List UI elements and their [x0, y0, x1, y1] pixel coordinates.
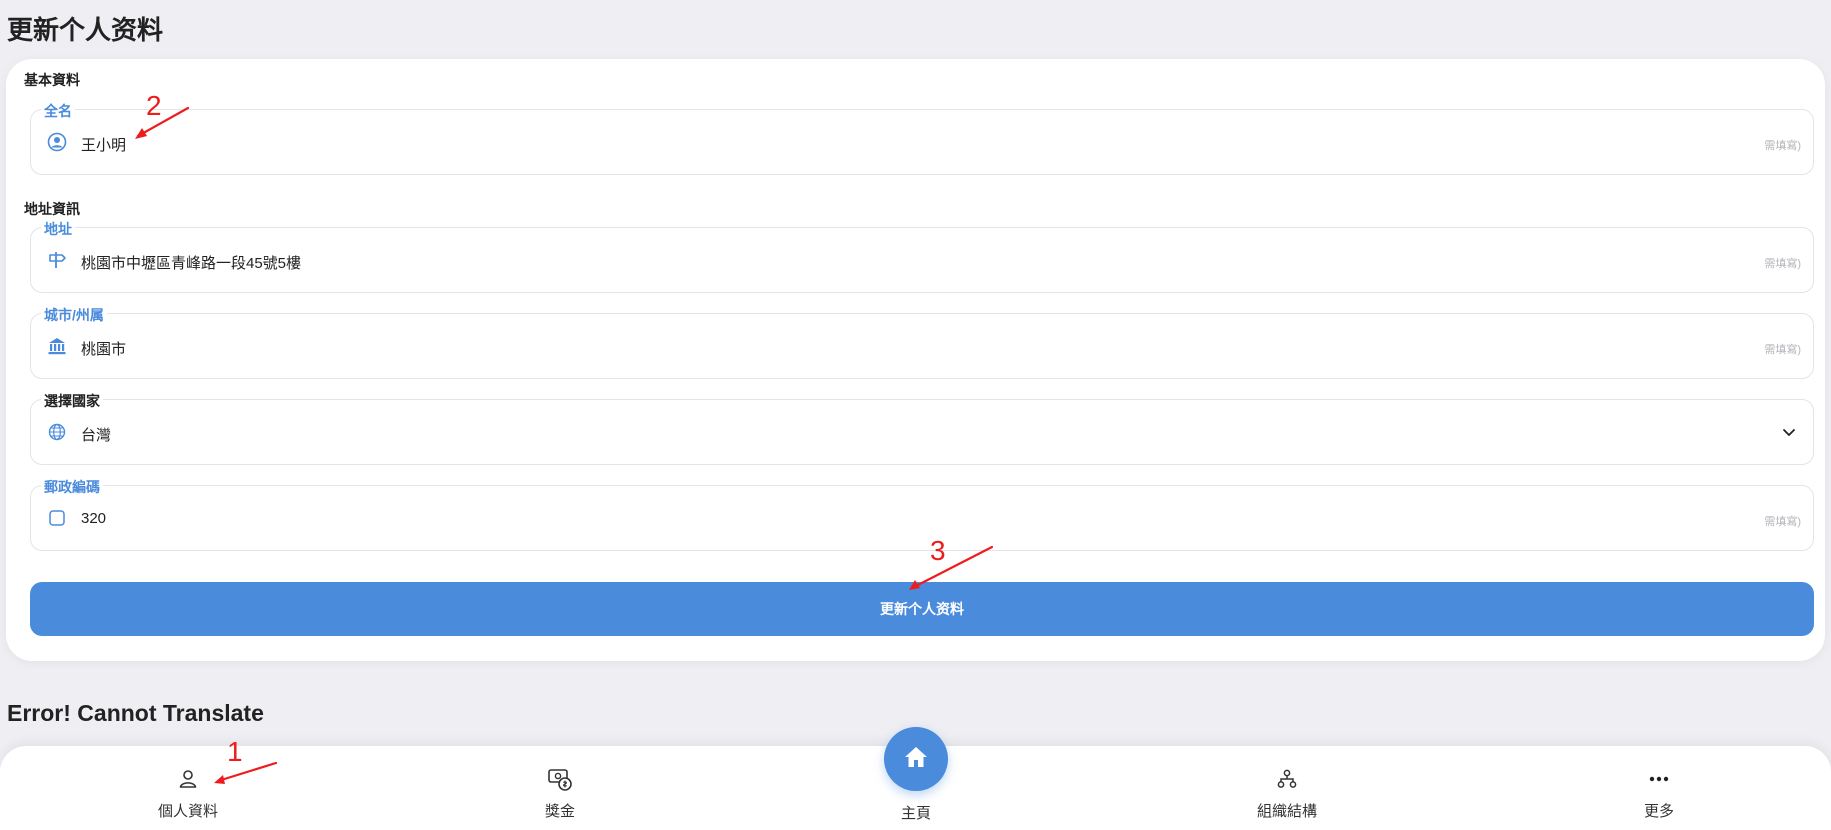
globe-icon — [45, 420, 69, 444]
basic-info-section-title: 基本資料 — [24, 72, 80, 88]
city-input[interactable]: 桃園市 — [81, 338, 126, 359]
bank-building-icon — [45, 334, 69, 358]
nav-label-bonus: 獎金 — [544, 803, 575, 820]
full-name-required-hint: 需填寫) — [1764, 140, 1801, 152]
page: 更新个人资料 基本資料 全名 王小明 需填寫) 地址資訊 地址 桃園市中壢區青峰… — [0, 0, 1831, 830]
person-icon — [175, 766, 201, 792]
section-heading: Error! Cannot Translate — [7, 700, 264, 726]
nav-label-profile: 個人資料 — [157, 803, 218, 820]
address-label: 地址 — [41, 219, 75, 239]
postal-code-input[interactable]: 320 — [81, 510, 106, 527]
page-title: 更新个人资料 — [7, 15, 164, 45]
address-section-title: 地址資訊 — [24, 201, 80, 217]
postal-code-field[interactable]: 郵政編碼 320 需填寫) — [30, 477, 1814, 551]
nav-label-more: 更多 — [1643, 803, 1674, 820]
nav-item-org-chart[interactable]: 組織結構 — [1212, 766, 1362, 821]
home-button[interactable] — [884, 727, 948, 791]
nav-item-profile[interactable]: 個人資料 — [113, 766, 263, 821]
full-name-field[interactable]: 全名 王小明 需填寫) — [30, 101, 1814, 175]
org-chart-icon — [1274, 766, 1300, 792]
address-input[interactable]: 桃園市中壢區青峰路一段45號5樓 — [81, 252, 301, 273]
more-dots-icon — [1646, 766, 1672, 792]
annotation-number-1: 1 — [227, 736, 243, 767]
country-selected-value[interactable]: 台灣 — [81, 424, 111, 445]
nav-item-bonus[interactable]: 獎金 — [485, 766, 635, 821]
city-label: 城市/州属 — [41, 305, 107, 325]
city-field[interactable]: 城市/州属 桃園市 需填寫) — [30, 305, 1814, 379]
address-field[interactable]: 地址 桃園市中壢區青峰路一段45號5樓 需填寫) — [30, 219, 1814, 293]
postal-code-required-hint: 需填寫) — [1764, 516, 1801, 528]
update-profile-button[interactable]: 更新个人资料 — [30, 582, 1814, 636]
annotation-number-3: 3 — [930, 535, 946, 566]
profile-form-card: 基本資料 全名 王小明 需填寫) 地址資訊 地址 桃園市中壢區青峰路一段45號5… — [6, 59, 1825, 661]
city-required-hint: 需填寫) — [1764, 344, 1801, 356]
signpost-icon — [45, 248, 69, 272]
address-required-hint: 需填寫) — [1764, 258, 1801, 270]
nav-label-home: 主頁 — [900, 805, 931, 822]
nav-item-more[interactable]: 更多 — [1584, 766, 1734, 821]
postal-code-label: 郵政編碼 — [41, 477, 103, 497]
annotation-number-2: 2 — [146, 90, 162, 121]
country-select[interactable]: 選擇國家 台灣 — [30, 391, 1814, 465]
money-icon — [547, 766, 573, 792]
user-circle-icon — [45, 130, 69, 154]
chevron-down-icon[interactable] — [1779, 422, 1799, 442]
country-label: 選擇國家 — [41, 391, 103, 411]
home-icon — [901, 742, 931, 777]
square-icon — [45, 506, 69, 530]
full-name-input[interactable]: 王小明 — [81, 134, 126, 155]
full-name-label: 全名 — [41, 101, 75, 121]
nav-label-org-chart: 組織結構 — [1256, 803, 1317, 820]
